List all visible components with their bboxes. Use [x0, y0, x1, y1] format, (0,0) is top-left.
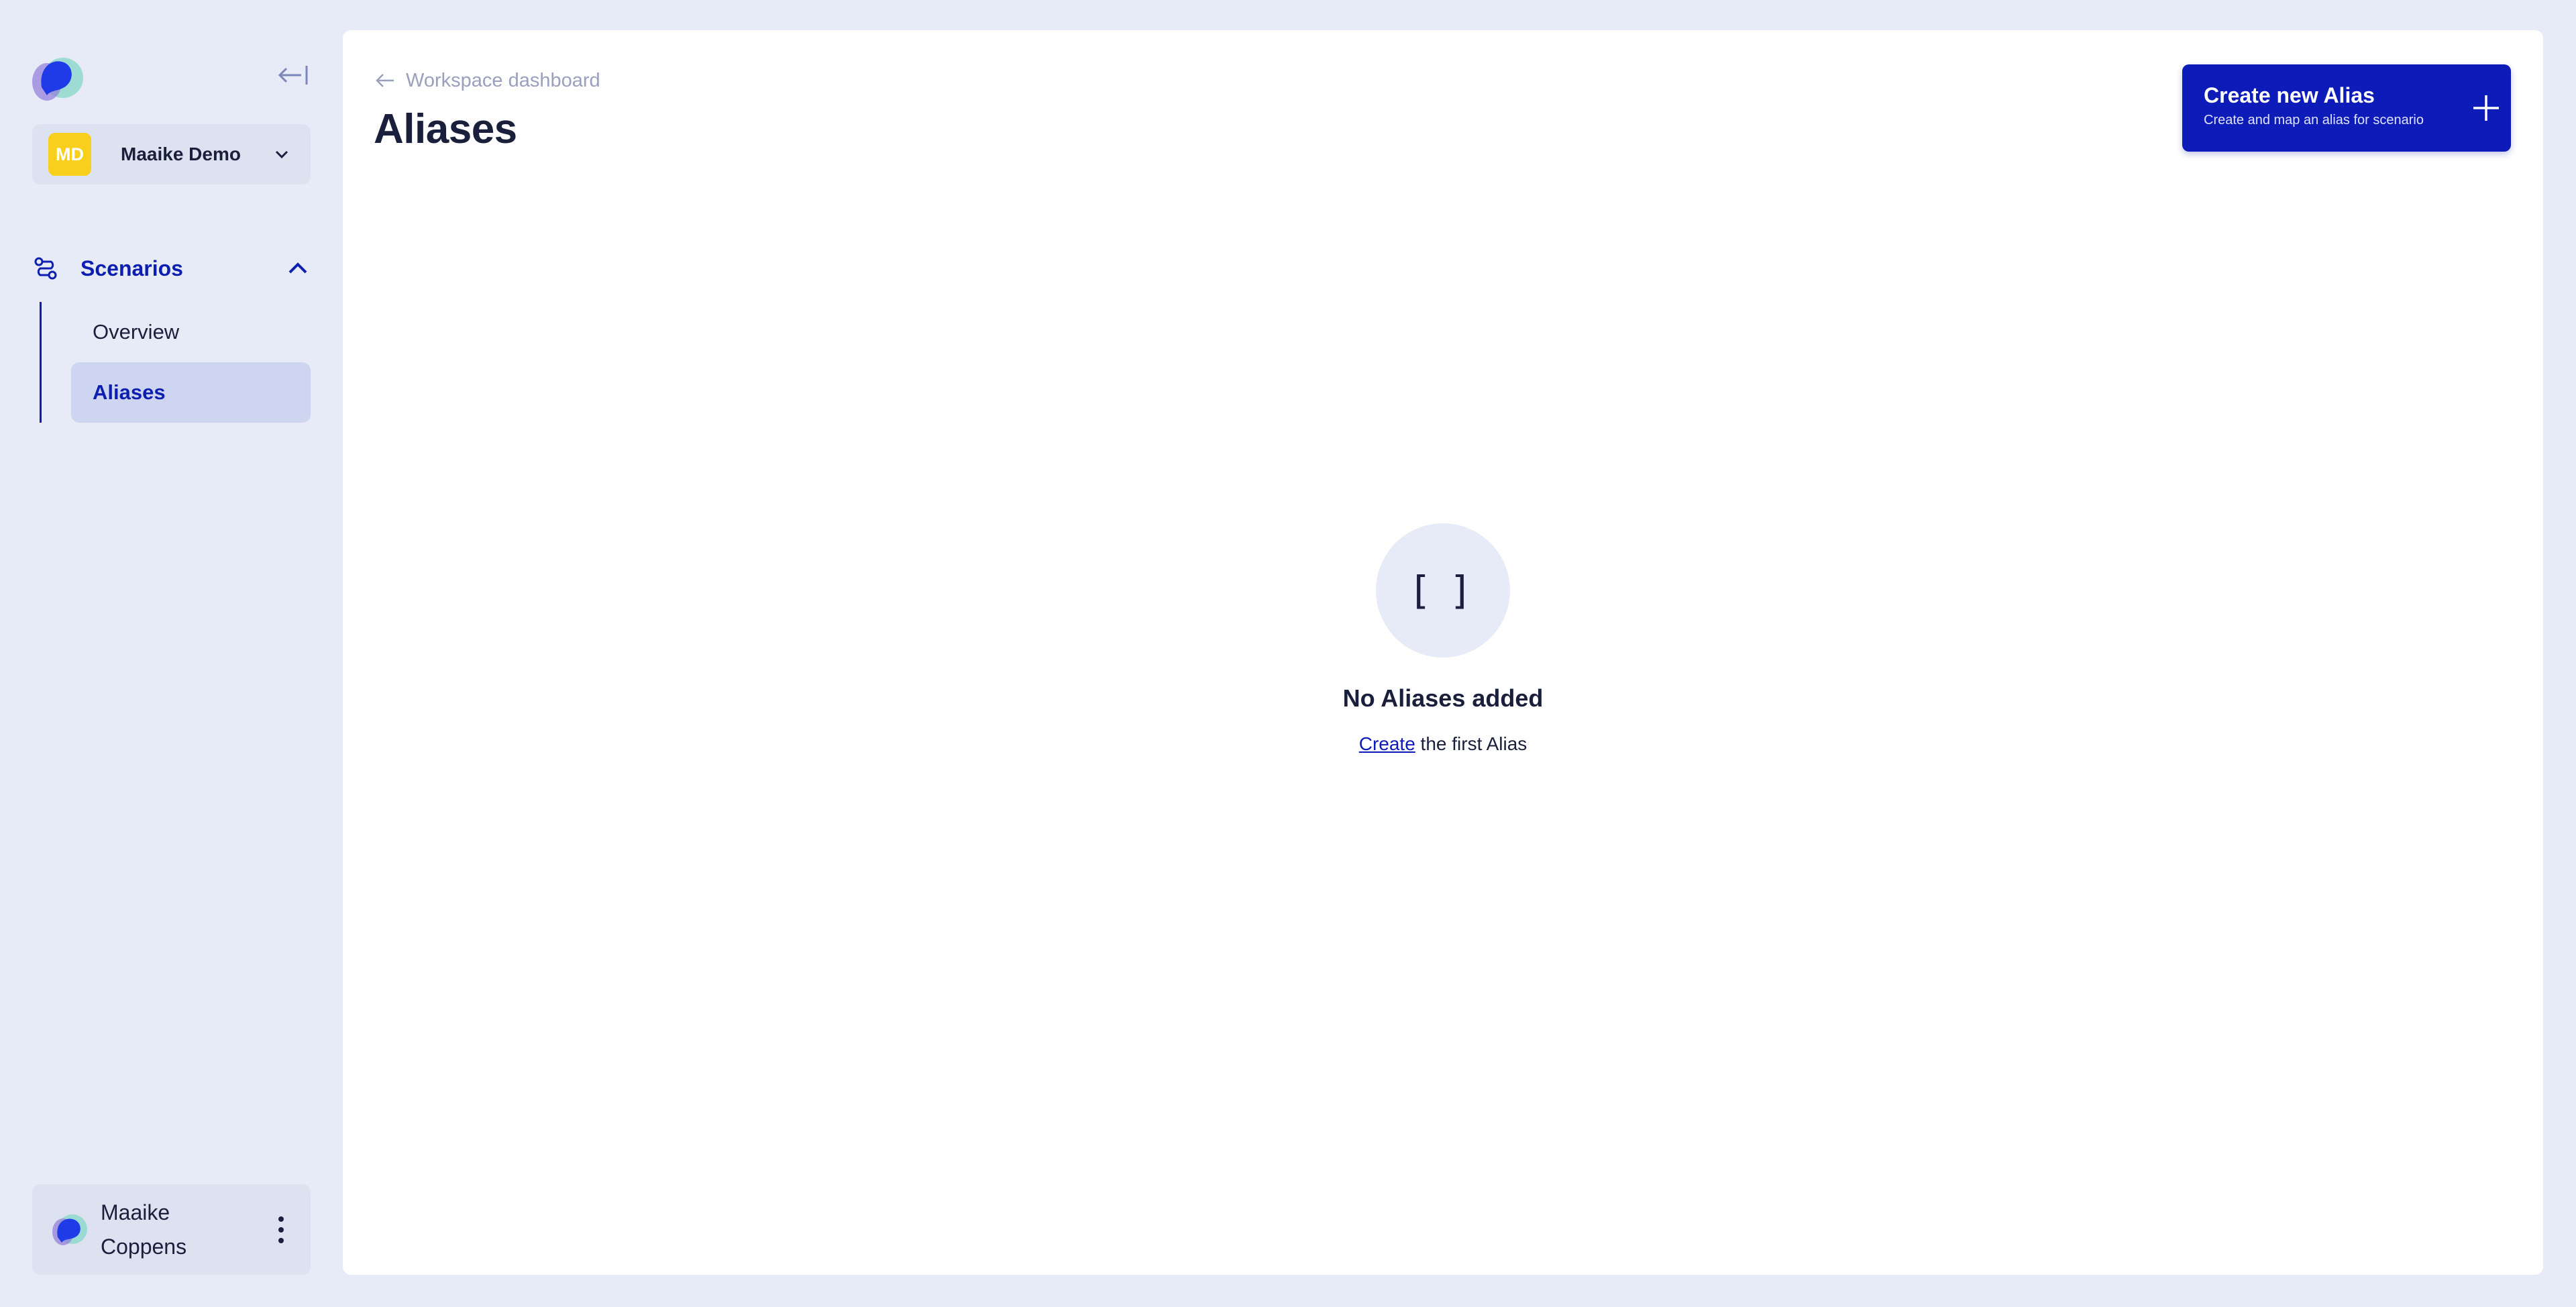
user-name: Maaike Coppens — [101, 1196, 268, 1264]
user-last-name: Coppens — [101, 1234, 187, 1259]
sidebar-item-aliases[interactable]: Aliases — [71, 362, 311, 423]
nav-section-label: Scenarios — [80, 256, 183, 280]
empty-state-rest: the first Alias — [1415, 733, 1527, 754]
empty-state-icon: [ ] — [1376, 523, 1510, 658]
scenarios-icon — [34, 257, 57, 280]
collapse-sidebar-icon[interactable] — [275, 60, 313, 90]
breadcrumb[interactable]: Workspace dashboard — [374, 67, 600, 94]
app-logo[interactable] — [27, 47, 89, 107]
sidebar: MD Maaike Demo Scenarios Overview Aliase… — [0, 0, 343, 1307]
workspace-name: Maaike Demo — [121, 144, 241, 164]
page-title: Aliases — [374, 106, 517, 152]
user-profile-card[interactable]: Maaike Coppens — [32, 1184, 311, 1275]
empty-state-title: No Aliases added — [1342, 684, 1544, 712]
plus-icon — [2473, 95, 2499, 121]
create-button-title: Create new Alias — [2204, 83, 2375, 107]
sidebar-item-overview[interactable]: Overview — [71, 302, 311, 362]
user-first-name: Maaike — [101, 1200, 170, 1224]
create-button-subtitle: Create and map an alias for scenario — [2204, 113, 2424, 127]
more-vertical-icon[interactable] — [268, 1210, 294, 1250]
create-alias-link[interactable]: Create — [1359, 733, 1415, 754]
breadcrumb-label: Workspace dashboard — [406, 69, 600, 91]
nav-section-scenarios[interactable]: Scenarios — [32, 248, 317, 289]
workspace-selector[interactable]: MD Maaike Demo — [32, 124, 311, 185]
chevron-down-icon — [275, 150, 288, 159]
empty-brackets-icon: [ ] — [1413, 568, 1472, 613]
avatar — [52, 1214, 87, 1245]
chevron-up-icon[interactable] — [284, 254, 312, 282]
empty-state-text: Create the first Alias — [1040, 733, 1845, 755]
arrow-left-icon — [376, 74, 394, 87]
main-panel: Workspace dashboard Aliases Create new A… — [343, 30, 2543, 1275]
nav-tree-line — [40, 302, 42, 423]
workspace-avatar: MD — [48, 133, 91, 176]
create-alias-button[interactable]: Create new Alias Create and map an alias… — [2182, 64, 2511, 152]
